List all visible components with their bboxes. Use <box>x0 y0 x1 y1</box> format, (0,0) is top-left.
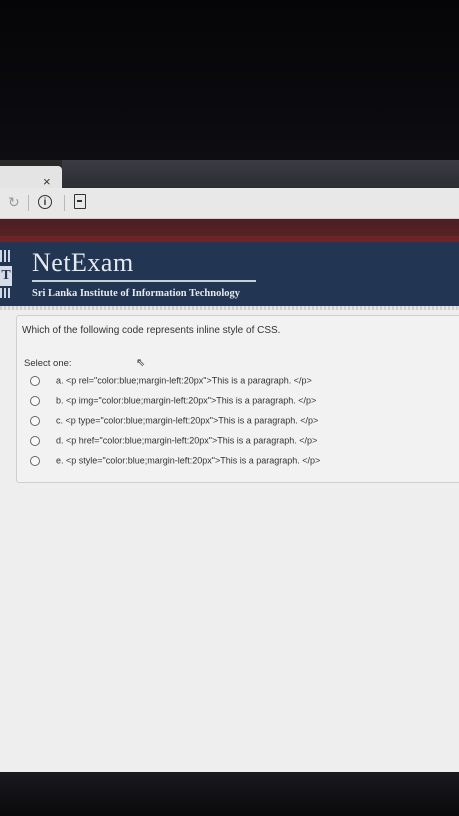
header-divider-stripe <box>0 306 459 310</box>
answer-option-e[interactable]: e. <p style="color:blue;margin-left:20px… <box>30 455 320 466</box>
radio-button[interactable] <box>30 415 40 426</box>
reload-icon[interactable]: ↻ <box>8 194 20 211</box>
answer-option-d[interactable]: d. <p href="color:blue;margin-left:20px"… <box>30 435 317 446</box>
option-label: b. <p img="color:blue;margin-left:20px">… <box>56 395 317 406</box>
site-header: T NetExam Sri Lanka Institute of Informa… <box>0 242 459 306</box>
monitor-bezel-top <box>0 0 459 160</box>
option-label: d. <p href="color:blue;margin-left:20px"… <box>56 435 318 446</box>
mouse-cursor-icon: ⇖ <box>136 357 146 369</box>
select-one-label: Select one: <box>24 358 72 369</box>
page-action-icon[interactable] <box>74 194 86 209</box>
info-icon[interactable]: i <box>38 195 52 209</box>
option-label: e. <p style="color:blue;margin-left:20px… <box>56 455 321 466</box>
screen: × ↻ i T NetExam Sri Lanka Institute of I… <box>0 160 459 772</box>
institute-subtitle: Sri Lanka Institute of Information Techn… <box>32 288 240 299</box>
answer-option-c[interactable]: c. <p type="color:blue;margin-left:20px"… <box>30 415 318 426</box>
radio-button[interactable] <box>30 435 40 446</box>
browser-tab[interactable]: × <box>0 166 62 189</box>
radio-button[interactable] <box>30 395 40 406</box>
brand-title[interactable]: NetExam <box>32 248 134 278</box>
answer-option-a[interactable]: a. <p rel="color:blue;margin-left:20px">… <box>30 375 312 386</box>
question-text: Which of the following code represents i… <box>22 325 281 336</box>
option-label: a. <p rel="color:blue;margin-left:20px">… <box>56 375 312 386</box>
toolbar-divider <box>64 195 65 211</box>
monitor-bezel-bottom <box>0 772 459 816</box>
sliit-logo: T <box>0 250 12 300</box>
close-icon[interactable]: × <box>43 174 51 189</box>
answer-option-b[interactable]: b. <p img="color:blue;margin-left:20px">… <box>30 395 316 406</box>
radio-button[interactable] <box>30 455 40 466</box>
tab-strip-background <box>62 160 459 188</box>
toolbar-divider <box>28 195 29 211</box>
browser-tab-strip: × <box>0 160 459 189</box>
radio-button[interactable] <box>30 375 40 386</box>
browser-toolbar: ↻ i <box>0 188 459 219</box>
brand-underline <box>32 280 256 282</box>
option-label: c. <p type="color:blue;margin-left:20px"… <box>56 415 319 426</box>
